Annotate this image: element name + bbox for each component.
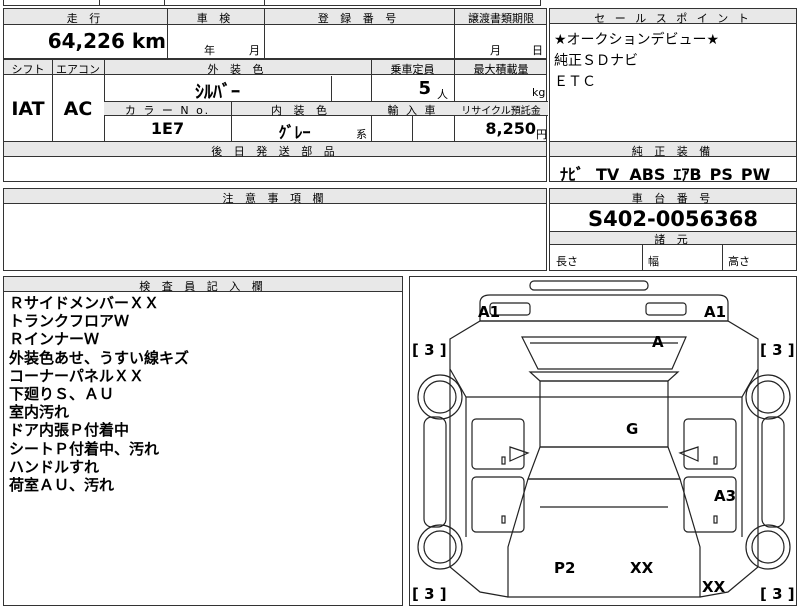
- mark-hood-left: P2: [554, 559, 575, 577]
- exterior-color-value: ｼﾙﾊﾞｰ: [195, 82, 240, 103]
- inspector-note: シートＰ付着中、汚れ: [9, 439, 160, 458]
- aircon-value: AC: [63, 98, 93, 120]
- load-header: 最大積載量: [473, 63, 529, 76]
- sales-points-header: セ ー ル ス ポ イ ン ト: [594, 12, 752, 25]
- car-diagram: A1 A1 A G A3 P2 XX XX [ 3 ] [ 3 ] [ 3 ] …: [412, 280, 795, 603]
- mark-right-door: A3: [714, 487, 736, 505]
- interior-color-value: ｸﾞﾚｰ: [278, 123, 311, 142]
- aircon-header: エアコン: [56, 63, 100, 76]
- load-unit: kg: [532, 86, 546, 99]
- inspector-notes-box: 検 査 員 記 入 欄 ＲサイドメンバーＸＸ トランクフロアＷ ＲインナーＷ 外…: [3, 276, 403, 606]
- transfer-day-label: 日: [532, 44, 543, 57]
- mileage-value: 64,226 km: [8, 29, 166, 53]
- inspector-note: 外装色あせ、うすい線キズ: [9, 348, 190, 367]
- tire-rear-left: [ 3 ]: [412, 341, 447, 359]
- capacity-unit: 人: [437, 88, 448, 101]
- equipment-header: 純 正 装 備: [631, 145, 715, 158]
- inspection-year-label: 年: [204, 44, 215, 57]
- inspection-month-label: 月: [249, 44, 260, 57]
- interior-color-header: 内 装 色: [271, 104, 331, 117]
- sales-point-line: ★オークションデビュー★: [554, 32, 720, 48]
- inspector-header: 検 査 員 記 入 欄: [139, 280, 267, 293]
- mileage-header: 走 行: [66, 12, 105, 25]
- recycle-value: 8,250: [485, 119, 536, 138]
- transfer-header: 譲渡書類期限: [468, 12, 534, 25]
- shift-value: IAT: [11, 98, 45, 120]
- chassis-header: 車 台 番 号: [631, 192, 715, 205]
- inspector-note: ＲインナーＷ: [9, 330, 100, 349]
- equipment-item: ｴｱB: [673, 165, 702, 184]
- inspector-note: 下廻りＳ、ＡＵ: [9, 385, 115, 404]
- color-no-header: カ ラ ー N o.: [124, 104, 211, 117]
- mark-front-right: XX: [702, 578, 726, 596]
- mileage-unit: km: [131, 29, 166, 53]
- recycle-header: リサイクル預託金: [461, 106, 541, 117]
- mark-rear-left: A1: [478, 303, 500, 321]
- exterior-color-header: 外 装 色: [207, 63, 268, 76]
- shift-header: シフト: [11, 63, 45, 76]
- chassis-number: S402-0056368: [588, 207, 758, 231]
- inspector-note: コーナーパネルＸＸ: [9, 366, 144, 385]
- color-no-value: 1E7: [150, 119, 185, 138]
- recycle-unit: 円: [536, 128, 547, 141]
- capacity-header: 乗車定員: [390, 63, 435, 76]
- equipment-item: TV: [596, 165, 620, 184]
- chassis-box: 車 台 番 号 S402-0056368 諸 元 長さ 幅 高さ: [549, 188, 797, 271]
- inspector-note: 室内汚れ: [9, 403, 70, 422]
- capacity-value: 5: [418, 78, 431, 99]
- vehicle-info-top: 走 行 車 検 登 録 番 号 譲渡書類期限 64,226 km 年 月 月 日: [3, 8, 547, 59]
- mark-rear-glass: A: [652, 333, 664, 351]
- sales-point-line: 純正ＳＤナビ: [554, 53, 638, 69]
- caution-box: 注 意 事 項 欄: [3, 188, 547, 271]
- car-diagram-box: A1 A1 A G A3 P2 XX XX [ 3 ] [ 3 ] [ 3 ] …: [409, 276, 797, 606]
- mark-hood-center: XX: [630, 559, 654, 577]
- later-parts-header: 後 日 発 送 部 品: [211, 145, 339, 158]
- vehicle-info-mid: シフト エアコン 外 装 色 乗車定員 最大積載量 IAT AC ｼﾙﾊﾞｰ 5…: [3, 59, 548, 142]
- sales-points-box: セ ー ル ス ポ イ ン ト ★オークションデビュー★ 純正ＳＤナビ ＥＴＣ: [549, 8, 797, 142]
- inspector-note: ハンドルすれ: [9, 457, 100, 476]
- import-header: 輸 入 車: [387, 104, 438, 117]
- inspector-notes: ＲサイドメンバーＸＸ トランクフロアＷ ＲインナーＷ 外装色あせ、うすい線キズ …: [9, 294, 189, 494]
- length-label: 長さ: [556, 255, 578, 268]
- width-label: 幅: [648, 255, 659, 268]
- height-label: 高さ: [728, 255, 750, 268]
- mark-rear-right: A1: [704, 303, 726, 321]
- mileage-number: 64,226: [47, 29, 125, 53]
- caution-header: 注 意 事 項 欄: [222, 192, 328, 205]
- mark-roof: G: [626, 420, 638, 438]
- inspector-note: 荷室ＡＵ、汚れ: [9, 476, 115, 495]
- tire-front-right: [ 3 ]: [760, 585, 795, 603]
- equipment-item: ABS: [629, 165, 666, 184]
- registration-header: 登 録 番 号: [317, 12, 401, 25]
- equipment-item: ﾅﾋﾞ: [560, 165, 585, 184]
- inspector-note: ＲサイドメンバーＸＸ: [9, 294, 160, 312]
- later-parts-box: 後 日 発 送 部 品: [3, 141, 547, 182]
- top-stub: [3, 0, 541, 6]
- dims-header: 諸 元: [654, 233, 692, 246]
- inspector-note: トランクフロアＷ: [9, 312, 130, 331]
- equipment-item: PS: [709, 165, 733, 184]
- inspection-header: 車 検: [196, 12, 235, 25]
- equipment-item: PW: [740, 165, 771, 184]
- sales-point-line: ＥＴＣ: [554, 74, 596, 90]
- interior-suffix: 系: [356, 128, 367, 141]
- tire-front-left: [ 3 ]: [412, 585, 447, 603]
- inspector-note: ドア内張Ｐ付着中: [9, 421, 130, 440]
- equipment-box: 純 正 装 備 ﾅﾋﾞ TV ABS ｴｱB PS PW: [549, 141, 797, 185]
- equipment-list: ﾅﾋﾞ TV ABS ｴｱB PS PW: [560, 161, 770, 185]
- tire-rear-right: [ 3 ]: [760, 341, 795, 359]
- transfer-month-label: 月: [490, 44, 501, 57]
